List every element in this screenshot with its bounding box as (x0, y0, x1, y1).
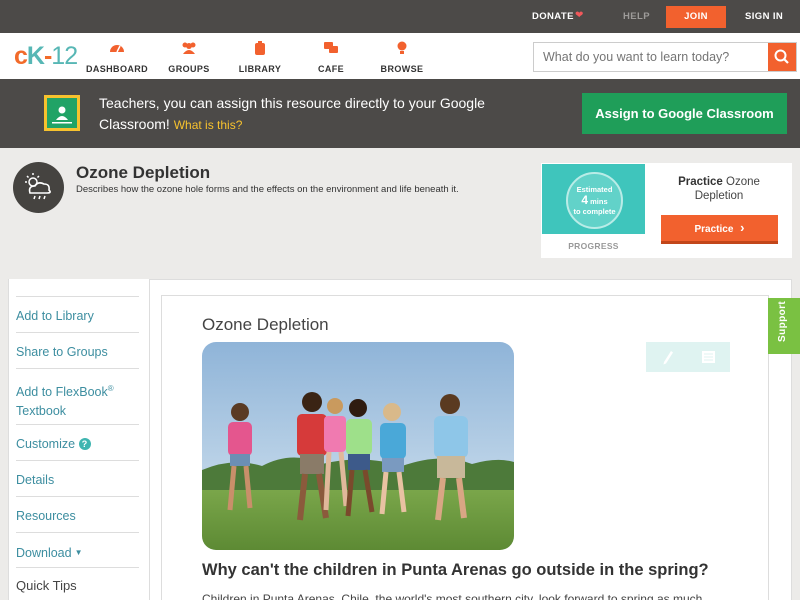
heart-icon: ❤ (575, 10, 584, 21)
practice-title: Practice Ozone Depletion (678, 176, 760, 202)
nav-library[interactable]: LIBRARY (220, 41, 300, 77)
lesson-tools (646, 342, 730, 372)
what-is-this-link[interactable]: What is this? (174, 118, 243, 132)
caret-down-icon: ▼ (74, 548, 83, 557)
banner-message: Teachers, you can assign this resource d… (99, 95, 485, 132)
lesson-paragraph: Children in Punta Arenas, Chile, the wor… (202, 592, 703, 600)
children-running-image (202, 342, 514, 550)
chevron-right-icon: › (740, 220, 745, 235)
quick-tips-heading[interactable]: Quick Tips (16, 567, 139, 593)
assign-google-classroom-button[interactable]: Assign to Google Classroom (582, 93, 787, 134)
estimate-badge: Estimated 4 mins to complete (566, 172, 623, 229)
browse-icon (397, 41, 407, 54)
join-button[interactable]: JOIN (666, 6, 726, 28)
utility-bar: DONATE ❤ HELP JOIN SIGN IN (0, 0, 800, 33)
dashboard-icon (110, 45, 124, 53)
groups-icon (182, 42, 196, 54)
resources-link[interactable]: Resources (16, 496, 139, 526)
download-link[interactable]: Download ▼ (16, 532, 139, 563)
donate-link[interactable]: DONATE (532, 11, 574, 22)
search-box (533, 42, 797, 72)
add-to-library-link[interactable]: Add to Library (16, 296, 139, 326)
concept-description: Describes how the ozone hole forms and t… (76, 184, 459, 195)
nav-dashboard[interactable]: DASHBOARD (77, 41, 157, 77)
sign-in-link[interactable]: SIGN IN (745, 11, 783, 22)
notes-button[interactable] (688, 342, 730, 372)
search-button[interactable] (768, 43, 796, 71)
details-link[interactable]: Details (16, 460, 139, 490)
search-icon (774, 49, 789, 64)
share-to-groups-link[interactable]: Share to Groups (16, 332, 139, 362)
weather-icon (13, 162, 64, 213)
nav-cafe[interactable]: CAFE (291, 41, 371, 77)
customize-link[interactable]: Customize ? (16, 424, 139, 454)
ck12-logo[interactable]: cK-12 (14, 42, 78, 71)
notes-icon (702, 351, 715, 363)
search-input[interactable] (534, 43, 768, 71)
lesson-title: Ozone Depletion (202, 315, 329, 334)
nav-browse[interactable]: BROWSE (362, 41, 442, 77)
progress-label: PROGRESS (568, 241, 619, 251)
help-icon[interactable]: ? (78, 438, 91, 450)
practice-card: Estimated 4 mins to complete PROGRESS Pr… (541, 163, 792, 258)
add-to-flexbook-link[interactable]: Add to FlexBook® Textbook (16, 368, 139, 421)
lesson-question: Why can't the children in Punta Arenas g… (202, 561, 709, 579)
cafe-icon (324, 42, 338, 53)
support-tab[interactable]: Support (768, 298, 800, 354)
practice-button[interactable]: Practice › (661, 215, 778, 244)
help-link[interactable]: HELP (623, 11, 650, 22)
pencil-icon (663, 351, 673, 365)
annotate-button[interactable] (646, 342, 688, 372)
google-classroom-banner: Teachers, you can assign this resource d… (0, 79, 800, 148)
concept-title: Ozone Depletion (76, 163, 211, 182)
main-nav: cK-12 DASHBOARD GROUPS LIBRARY CAFE BROW… (0, 33, 800, 79)
google-classroom-icon (44, 95, 80, 131)
practice-progress-graphic: Estimated 4 mins to complete (542, 164, 645, 234)
nav-groups[interactable]: GROUPS (149, 41, 229, 77)
library-icon (255, 41, 265, 55)
